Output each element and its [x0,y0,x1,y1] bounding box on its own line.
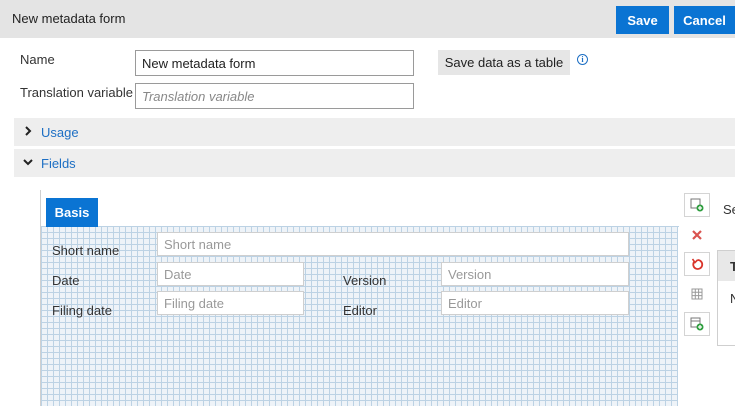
fields-section-header[interactable]: Fields [14,149,735,177]
form-designer-canvas[interactable]: Basis Short name Short name Date Date Ve… [40,190,679,406]
save-as-table-button[interactable]: Save data as a table [438,50,570,75]
designer-tab-strip: Basis [41,190,679,227]
right-panel-row[interactable]: N [730,291,735,306]
window-title: New metadata form [12,11,126,26]
translation-variable-label: Translation variable [20,85,133,100]
filing-date-field[interactable]: Filing date [157,291,304,315]
title-bar: New metadata form Save Cancel [0,0,735,38]
add-group-button[interactable] [684,312,710,336]
filing-date-label: Filing date [52,303,112,318]
date-label: Date [52,273,80,288]
short-name-label: Short name [52,243,120,258]
editor-label: Editor [343,303,377,318]
date-field[interactable]: Date [157,262,304,286]
info-icon[interactable]: i [577,54,588,65]
editor-field[interactable]: Editor [441,291,629,315]
fields-section-label: Fields [41,156,76,171]
version-field[interactable]: Version [441,262,629,286]
short-name-field[interactable]: Short name [157,232,629,256]
add-field-icon [690,198,704,212]
grid-button[interactable] [684,282,710,306]
tab-basis[interactable]: Basis [46,198,98,227]
usage-section-label: Usage [41,125,79,140]
right-panel-header: T [718,251,735,281]
add-field-icon [690,317,704,331]
right-panel-title: Se [723,202,735,217]
delete-icon [692,230,702,240]
version-label: Version [343,273,387,288]
right-panel-header-text: T [730,259,735,274]
cancel-button[interactable]: Cancel [674,6,735,34]
undo-button[interactable] [684,252,710,276]
grid-icon [691,288,703,300]
translation-variable-input[interactable] [135,83,414,109]
delete-button[interactable] [684,223,710,247]
name-input[interactable] [135,50,414,76]
save-button[interactable]: Save [616,6,669,34]
undo-icon [691,258,703,270]
usage-section-header[interactable]: Usage [14,118,735,146]
chevron-down-icon [23,159,33,166]
right-panel-list: T N [717,250,735,346]
add-field-button[interactable] [684,193,710,217]
name-label: Name [20,52,55,67]
chevron-right-icon [25,126,32,136]
